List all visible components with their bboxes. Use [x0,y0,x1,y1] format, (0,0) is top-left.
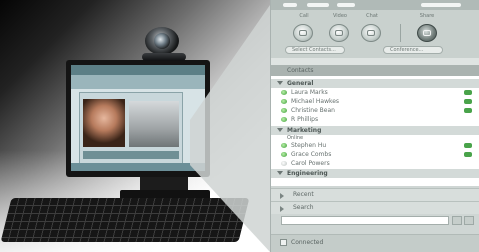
group-label: General [287,80,314,87]
search-input[interactable] [281,216,449,225]
title-segment [337,3,355,7]
contact-item[interactable]: Christine Bean [271,106,479,115]
app-titlebar [271,0,479,10]
title-segment [421,3,461,7]
phone-icon [299,30,307,36]
contact-item[interactable]: Laura Marks [271,88,479,97]
chevron-down-icon [277,171,283,175]
select-contacts-dropdown[interactable]: Select Contacts... [285,46,345,54]
contact-item[interactable]: Michael Hawkes [271,97,479,106]
screen-titlebar [71,65,205,75]
contact-item[interactable]: R Phillips [271,115,479,124]
video-capable-icon [464,143,472,148]
contact-name: Michael Hawkes [291,98,340,105]
screen-band [71,75,205,89]
contact-item[interactable]: Stephen Hu [271,141,479,150]
webcam-base [142,53,186,61]
contact-item[interactable]: Carol Powers [271,159,479,168]
share-icon [423,30,431,36]
online-status-icon [281,99,287,104]
app-panel: Call Video Chat Share Select Contacts...… [270,0,479,252]
connect-checkbox[interactable] [280,239,287,246]
chevron-right-icon [280,193,284,199]
online-status-icon [281,90,287,95]
contact-name: Carol Powers [291,160,330,167]
chat-button[interactable] [361,24,381,42]
contact-list: General Laura Marks Michael Hawkes Chris… [271,76,479,186]
call-button[interactable] [293,24,313,42]
connect-label: Connected [291,239,324,246]
chevron-right-icon [280,206,284,212]
recent-label: Recent [293,191,314,198]
title-segment [283,3,297,7]
keyboard-illustration [0,198,250,242]
toolbar-divider [400,24,401,42]
search-clear-button[interactable] [464,216,474,225]
screen-taskbar [71,163,205,171]
connect-row[interactable]: Connected [271,234,479,252]
share-button[interactable] [417,24,437,42]
chevron-down-icon [277,81,283,85]
recent-section[interactable]: Recent [271,188,479,201]
online-status-icon [281,152,287,157]
contact-item[interactable]: Grace Combs [271,150,479,159]
search-label: Search [293,204,314,211]
group-label: Engineering [287,170,328,177]
group-engineering[interactable]: Engineering [271,169,479,178]
chevron-down-icon [277,128,283,132]
call-label: Call [299,13,309,19]
online-status-icon [281,143,287,148]
title-segment [307,3,329,7]
contact-name: Laura Marks [291,89,328,96]
contact-name: Grace Combs [291,151,332,158]
chat-label: Chat [366,13,378,19]
away-status-icon [281,161,287,166]
video-button[interactable] [329,24,349,42]
chat-icon [367,30,375,36]
online-status-icon [281,117,287,122]
share-label: Share [419,13,435,19]
screen-video-man [129,101,179,147]
group-marketing[interactable]: Marketing [271,126,479,135]
screen-button-row [83,151,179,159]
screen-video-woman [83,99,125,147]
contacts-header: Contacts [271,65,479,76]
video-capable-icon [464,108,472,113]
contact-name: Christine Bean [291,107,335,114]
toolbar: Call Video Chat Share Select Contacts...… [271,10,479,58]
monitor-screen [71,65,205,171]
conference-dropdown[interactable]: Conference... [383,46,443,54]
video-capable-icon [464,99,472,104]
search-go-button[interactable] [452,216,462,225]
video-capable-icon [464,90,472,95]
group-general[interactable]: General [271,79,479,88]
video-label: Video [332,13,347,19]
online-status-icon [281,108,287,113]
webcam-lens [154,33,170,49]
search-section[interactable]: Search [271,201,479,214]
contact-name: R Phillips [291,116,319,123]
contact-name: Stephen Hu [291,142,327,149]
camera-icon [335,30,343,36]
video-capable-icon [464,152,472,157]
group-label: Marketing [287,127,322,134]
